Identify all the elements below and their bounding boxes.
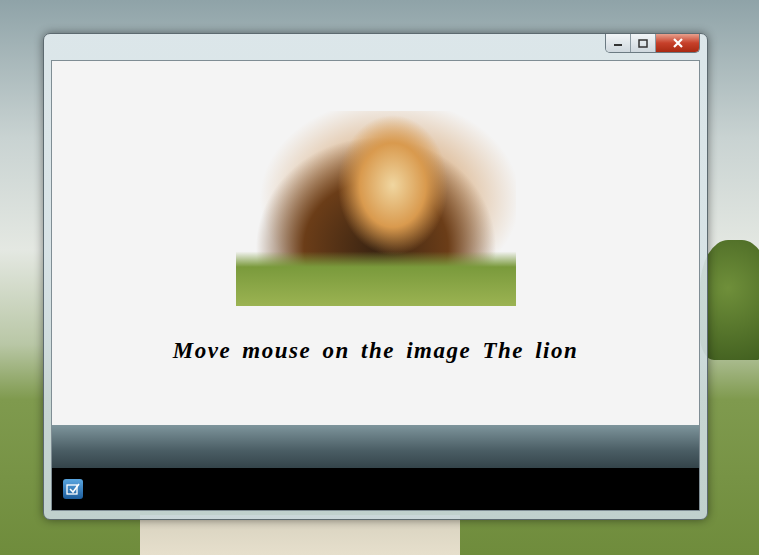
image-panel: Move mouse on the image The lion — [52, 61, 699, 425]
bottom-bar — [52, 468, 699, 510]
desktop-tree — [700, 240, 759, 360]
gradient-bar — [52, 425, 699, 468]
title-bar[interactable] — [51, 34, 700, 60]
caption-text: Move mouse on the image The lion — [167, 336, 585, 366]
maximize-icon[interactable] — [631, 34, 656, 52]
client-area: Move mouse on the image The lion — [51, 60, 700, 511]
window-controls — [605, 34, 700, 53]
desktop-path — [140, 515, 460, 555]
close-icon[interactable] — [656, 34, 699, 52]
minimize-icon[interactable] — [606, 34, 631, 52]
app-window[interactable]: Move mouse on the image The lion — [43, 33, 708, 520]
lion-picture[interactable] — [236, 111, 516, 306]
app-icon[interactable] — [63, 479, 83, 499]
